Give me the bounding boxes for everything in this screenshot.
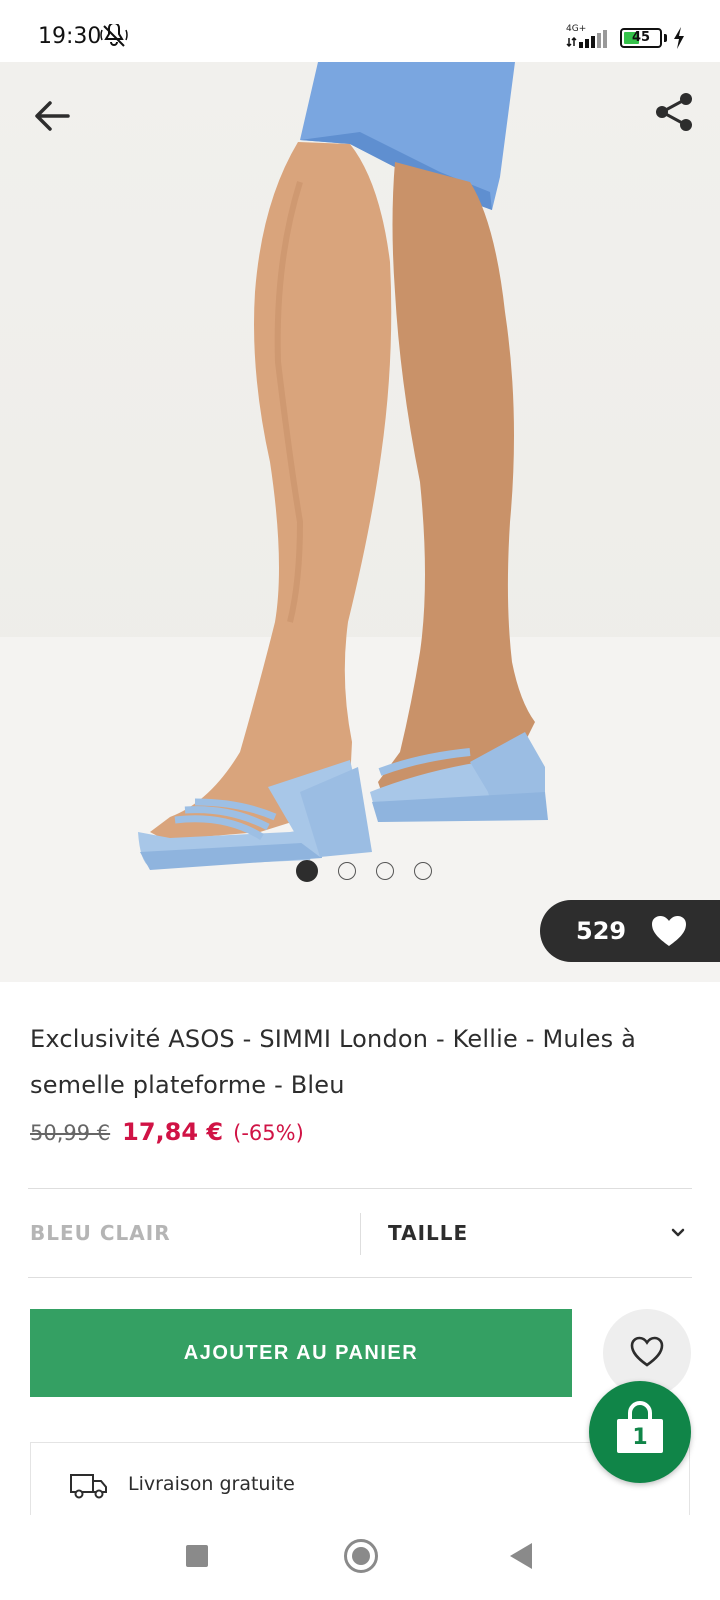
chevron-down-icon[interactable] (670, 1225, 686, 1241)
delivery-info-card: Livraison gratuite (30, 1442, 690, 1522)
like-count: 529 (576, 917, 627, 945)
product-title: Exclusivité ASOS - SIMMI London - Kellie… (30, 1025, 637, 1099)
heart-filled-icon (652, 916, 686, 946)
discount-percent: (-65%) (233, 1121, 304, 1145)
back-arrow-icon[interactable] (30, 94, 74, 138)
carousel-dot[interactable] (338, 862, 356, 880)
notifications-muted-icon (100, 24, 128, 47)
shopping-bag-button[interactable]: 1 (589, 1381, 691, 1483)
heart-outline-icon (630, 1336, 664, 1367)
share-icon[interactable] (652, 90, 696, 134)
system-back-button[interactable] (510, 1543, 532, 1569)
signal-icon (566, 30, 607, 48)
delivery-text: Livraison gratuite (128, 1473, 295, 1495)
truck-icon (70, 1474, 107, 1499)
divider (360, 1213, 361, 1255)
battery-percent: 45 (631, 30, 651, 45)
recents-button[interactable] (186, 1545, 208, 1567)
like-count-pill[interactable]: 529 (540, 900, 720, 962)
bag-item-count: 1 (632, 1425, 648, 1450)
variant-selector: BLEU CLAIR TAILLE (28, 1188, 692, 1278)
sale-price: 17,84 € (122, 1118, 224, 1146)
product-image[interactable]: 529 (0, 62, 720, 982)
home-button[interactable] (344, 1539, 378, 1573)
carousel-dots (0, 860, 720, 882)
product-photo (0, 62, 720, 982)
carousel-dot[interactable] (296, 860, 318, 882)
color-selector[interactable]: BLEU CLAIR (30, 1221, 171, 1245)
size-selector[interactable]: TAILLE (388, 1221, 468, 1245)
status-bar: 19:30 4G+ 45 (0, 0, 720, 62)
battery-icon: 45 (620, 28, 662, 48)
status-time: 19:30 (38, 24, 102, 49)
charging-bolt-icon (674, 27, 684, 49)
carousel-dot[interactable] (414, 862, 432, 880)
system-navigation-bar (0, 1515, 720, 1600)
price-row: 50,99 € 17,84 € (-65%) (30, 1118, 304, 1146)
carousel-dot[interactable] (376, 862, 394, 880)
original-price: 50,99 € (30, 1121, 111, 1145)
add-to-cart-button[interactable]: AJOUTER AU PANIER (30, 1309, 572, 1397)
battery-tip (664, 34, 667, 42)
